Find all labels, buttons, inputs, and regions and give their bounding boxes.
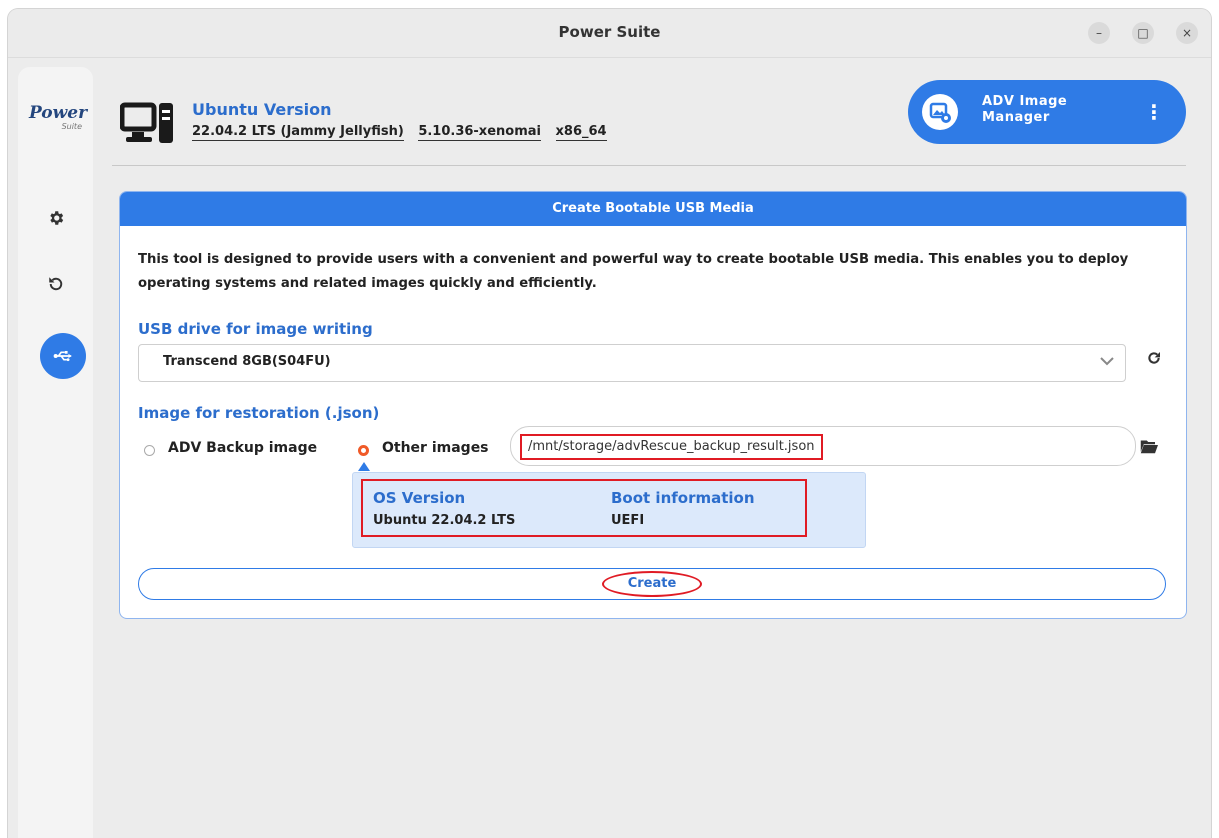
more-options-icon[interactable]: ⋮ [1144,100,1164,124]
restore-button[interactable] [44,275,68,299]
image-info-box: OS Version Ubuntu 22.04.2 LTS Boot infor… [352,472,866,548]
window-title: Power Suite [558,23,661,41]
os-version-header: OS Version [373,489,466,507]
radio-other-images[interactable] [358,445,369,456]
power-suite-logo: Power Suite [28,103,88,132]
architecture: x86_64 [555,124,607,141]
image-restoration-label: Image for restoration (.json) [138,404,380,422]
refresh-button[interactable] [1146,350,1162,371]
radio-adv-backup[interactable] [144,445,155,456]
adv-image-manager-button[interactable]: ADV Image Manager ⋮ [908,80,1186,144]
app-window: Power Suite – □ × Power Suite Ubuntu Ver… [8,9,1211,838]
browse-folder-button[interactable] [1140,439,1158,458]
image-path-input[interactable]: /mnt/storage/advRescue_backup_result.jso… [510,426,1136,466]
create-button-label: Create [602,571,702,597]
version-details: 22.04.2 LTS (Jammy Jellyfish) 5.10.36-xe… [192,124,617,141]
usb-icon [53,350,72,362]
folder-open-icon [1140,440,1158,454]
boot-info-header: Boot information [611,489,755,507]
kernel-version: 5.10.36-xenomai [418,124,541,141]
restore-icon [49,277,63,291]
create-usb-panel: Create Bootable USB Media This tool is d… [119,191,1187,619]
usb-drive-label: USB drive for image writing [138,320,373,338]
adv-image-manager-label: ADV Image Manager [982,94,1068,125]
info-pointer [358,462,370,471]
usb-media-button[interactable] [40,333,86,379]
panel-description: This tool is designed to provide users w… [138,252,1129,291]
main-content: Ubuntu Version 22.04.2 LTS (Jammy Jellyf… [112,67,1197,827]
radio-other-images-label[interactable]: Other images [382,440,489,456]
maximize-button[interactable]: □ [1132,22,1154,44]
title-bar: Power Suite – □ × [8,9,1211,58]
boot-info-value: UEFI [611,513,645,528]
radio-adv-backup-label[interactable]: ADV Backup image [168,440,317,456]
image-info-highlight [361,479,807,537]
image-manager-icon [922,94,958,130]
os-version-value: Ubuntu 22.04.2 LTS [373,513,516,528]
panel-title: Create Bootable USB Media [120,192,1186,226]
gear-icon [50,211,64,225]
create-button[interactable]: Create [138,568,1166,600]
refresh-icon [1148,352,1160,364]
os-release: 22.04.2 LTS (Jammy Jellyfish) [192,124,404,141]
ubuntu-version-title: Ubuntu Version [192,100,332,119]
chevron-down-icon [1099,353,1115,373]
sidebar: Power Suite [18,67,93,838]
settings-button[interactable] [44,209,68,233]
minimize-button[interactable]: – [1088,22,1110,44]
close-button[interactable]: × [1176,22,1198,44]
computer-icon [119,101,176,151]
usb-drive-select[interactable]: Transcend 8GB(S04FU) [138,344,1126,382]
divider [112,165,1186,166]
usb-drive-value: Transcend 8GB(S04FU) [163,354,331,369]
image-path-value: /mnt/storage/advRescue_backup_result.jso… [520,434,823,460]
